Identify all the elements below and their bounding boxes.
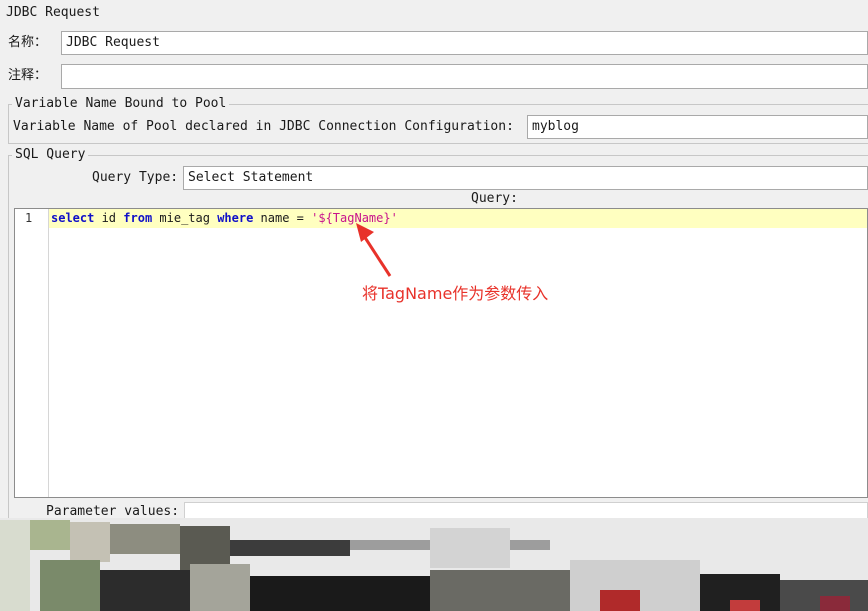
line-gutter: 1: [15, 209, 49, 497]
sql-keyword-from: from: [123, 211, 153, 225]
annotation-arrow-icon: [356, 223, 392, 277]
name-input[interactable]: JDBC Request: [61, 31, 868, 55]
query-type-select[interactable]: Select Statement: [183, 166, 868, 190]
line-number: 1: [25, 211, 33, 225]
sql-keyword-where: where: [217, 211, 254, 225]
name-label: 名称：: [8, 35, 48, 50]
sql-editor[interactable]: 1 select id from mie_tag where name = '$…: [14, 208, 868, 498]
query-label: Query:: [471, 191, 518, 206]
pool-name-label: Variable Name of Pool declared in JDBC C…: [13, 119, 514, 134]
sql-text-table: mie_tag: [152, 211, 218, 225]
sql-text-id: id: [94, 211, 124, 225]
sql-code-line[interactable]: select id from mie_tag where name = '${T…: [51, 211, 398, 225]
sql-keyword-select: select: [51, 211, 95, 225]
pool-group-title: Variable Name Bound to Pool: [12, 96, 230, 112]
sql-text-condition: name =: [253, 211, 312, 225]
sql-group-title: SQL Query: [12, 147, 89, 163]
query-type-label: Query Type:: [92, 170, 179, 185]
comments-label: 注释：: [8, 68, 48, 83]
comments-input[interactable]: [61, 64, 868, 89]
pool-name-input[interactable]: myblog: [527, 115, 868, 139]
annotation-text: 将TagName作为参数传入: [362, 284, 549, 303]
obscured-region: [0, 518, 868, 611]
panel-title: JDBC Request: [6, 5, 100, 20]
